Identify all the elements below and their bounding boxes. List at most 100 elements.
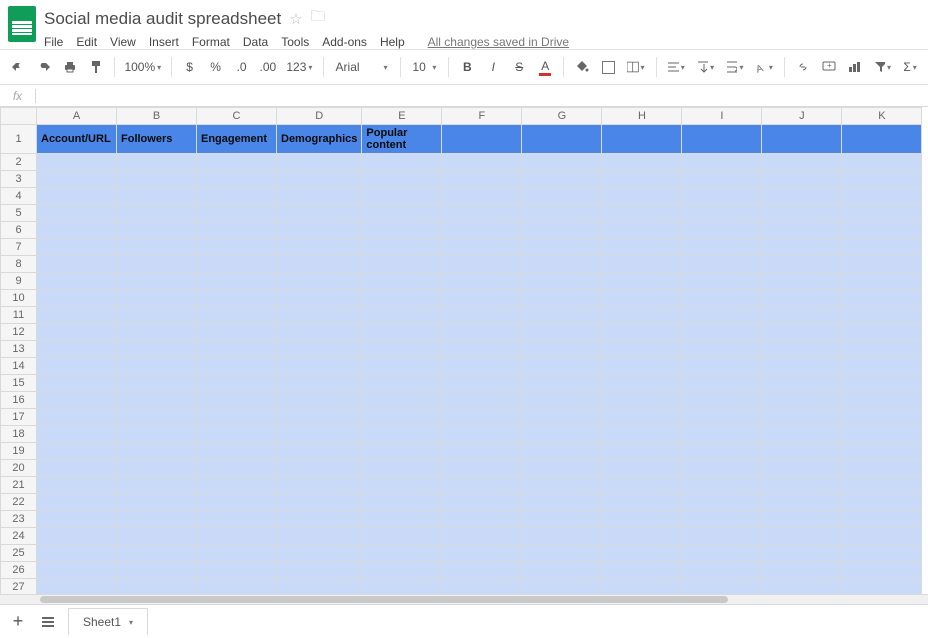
cell[interactable] (602, 494, 682, 511)
cell[interactable] (842, 545, 922, 562)
cell[interactable] (682, 171, 762, 188)
cell[interactable] (842, 494, 922, 511)
cell[interactable] (117, 307, 197, 324)
cell[interactable] (762, 290, 842, 307)
cell[interactable] (117, 494, 197, 511)
cell[interactable] (117, 426, 197, 443)
cell[interactable] (842, 426, 922, 443)
header-cell[interactable]: Popular content (362, 125, 442, 154)
cell[interactable] (762, 528, 842, 545)
cell[interactable] (362, 341, 442, 358)
header-cell[interactable] (842, 125, 922, 154)
cell[interactable] (277, 409, 362, 426)
add-sheet-button[interactable]: + (8, 610, 28, 634)
cell[interactable] (442, 307, 522, 324)
cell[interactable] (117, 154, 197, 171)
cell[interactable] (842, 307, 922, 324)
cell[interactable] (762, 460, 842, 477)
row-header[interactable]: 23 (1, 511, 37, 528)
cell[interactable] (362, 239, 442, 256)
cell[interactable] (842, 460, 922, 477)
cell[interactable] (442, 494, 522, 511)
cell[interactable] (197, 545, 277, 562)
cell[interactable] (602, 307, 682, 324)
wrap-button[interactable]: ▾ (723, 55, 746, 79)
row-header[interactable]: 1 (1, 125, 37, 154)
cell[interactable] (762, 375, 842, 392)
cell[interactable] (762, 545, 842, 562)
cell[interactable] (37, 460, 117, 477)
cell[interactable] (362, 375, 442, 392)
cell[interactable] (762, 409, 842, 426)
cell[interactable] (842, 256, 922, 273)
row-header[interactable]: 27 (1, 579, 37, 595)
row-header[interactable]: 22 (1, 494, 37, 511)
cell[interactable] (762, 273, 842, 290)
all-sheets-button[interactable] (38, 610, 58, 634)
cell[interactable] (362, 579, 442, 595)
cell[interactable] (442, 562, 522, 579)
cell[interactable] (442, 426, 522, 443)
cell[interactable] (762, 562, 842, 579)
cell[interactable] (602, 256, 682, 273)
cell[interactable] (37, 290, 117, 307)
row-header[interactable]: 13 (1, 341, 37, 358)
cell[interactable] (522, 205, 602, 222)
cell[interactable] (362, 494, 442, 511)
cell[interactable] (602, 562, 682, 579)
cell[interactable] (442, 290, 522, 307)
cell[interactable] (522, 239, 602, 256)
column-header[interactable]: H (602, 108, 682, 125)
cell[interactable] (842, 375, 922, 392)
cell[interactable] (277, 358, 362, 375)
cell[interactable] (197, 171, 277, 188)
cell[interactable] (762, 511, 842, 528)
cell[interactable] (762, 392, 842, 409)
cell[interactable] (197, 579, 277, 595)
cell[interactable] (522, 341, 602, 358)
cell[interactable] (682, 341, 762, 358)
cell[interactable] (522, 256, 602, 273)
cell[interactable] (762, 256, 842, 273)
functions-button[interactable]: Σ▾ (900, 55, 920, 79)
row-header[interactable]: 12 (1, 324, 37, 341)
cell[interactable] (602, 443, 682, 460)
cell[interactable] (117, 477, 197, 494)
cell[interactable] (37, 273, 117, 290)
cell[interactable] (602, 579, 682, 595)
header-cell[interactable]: Followers (117, 125, 197, 154)
cell[interactable] (117, 443, 197, 460)
cell[interactable] (602, 477, 682, 494)
cell[interactable] (602, 171, 682, 188)
valign-button[interactable]: ▾ (694, 55, 717, 79)
cell[interactable] (37, 511, 117, 528)
cell[interactable] (682, 443, 762, 460)
spreadsheet-grid[interactable]: ABCDEFGHIJK1Account/URLFollowersEngageme… (0, 107, 928, 594)
cell[interactable] (842, 341, 922, 358)
cell[interactable] (522, 171, 602, 188)
cell[interactable] (762, 239, 842, 256)
cell[interactable] (442, 409, 522, 426)
cell[interactable] (37, 171, 117, 188)
cell[interactable] (117, 562, 197, 579)
cell[interactable] (682, 545, 762, 562)
cell[interactable] (37, 545, 117, 562)
cell[interactable] (117, 256, 197, 273)
cell[interactable] (37, 358, 117, 375)
header-cell[interactable] (442, 125, 522, 154)
cell[interactable] (682, 307, 762, 324)
cell[interactable] (197, 443, 277, 460)
cell[interactable] (117, 375, 197, 392)
cell[interactable] (682, 188, 762, 205)
cell[interactable] (522, 290, 602, 307)
cell[interactable] (682, 409, 762, 426)
column-header[interactable]: I (682, 108, 762, 125)
cell[interactable] (117, 358, 197, 375)
cell[interactable] (37, 579, 117, 595)
cell[interactable] (762, 205, 842, 222)
cell[interactable] (362, 460, 442, 477)
cell[interactable] (682, 154, 762, 171)
cell[interactable] (362, 256, 442, 273)
cell[interactable] (522, 324, 602, 341)
cell[interactable] (682, 239, 762, 256)
